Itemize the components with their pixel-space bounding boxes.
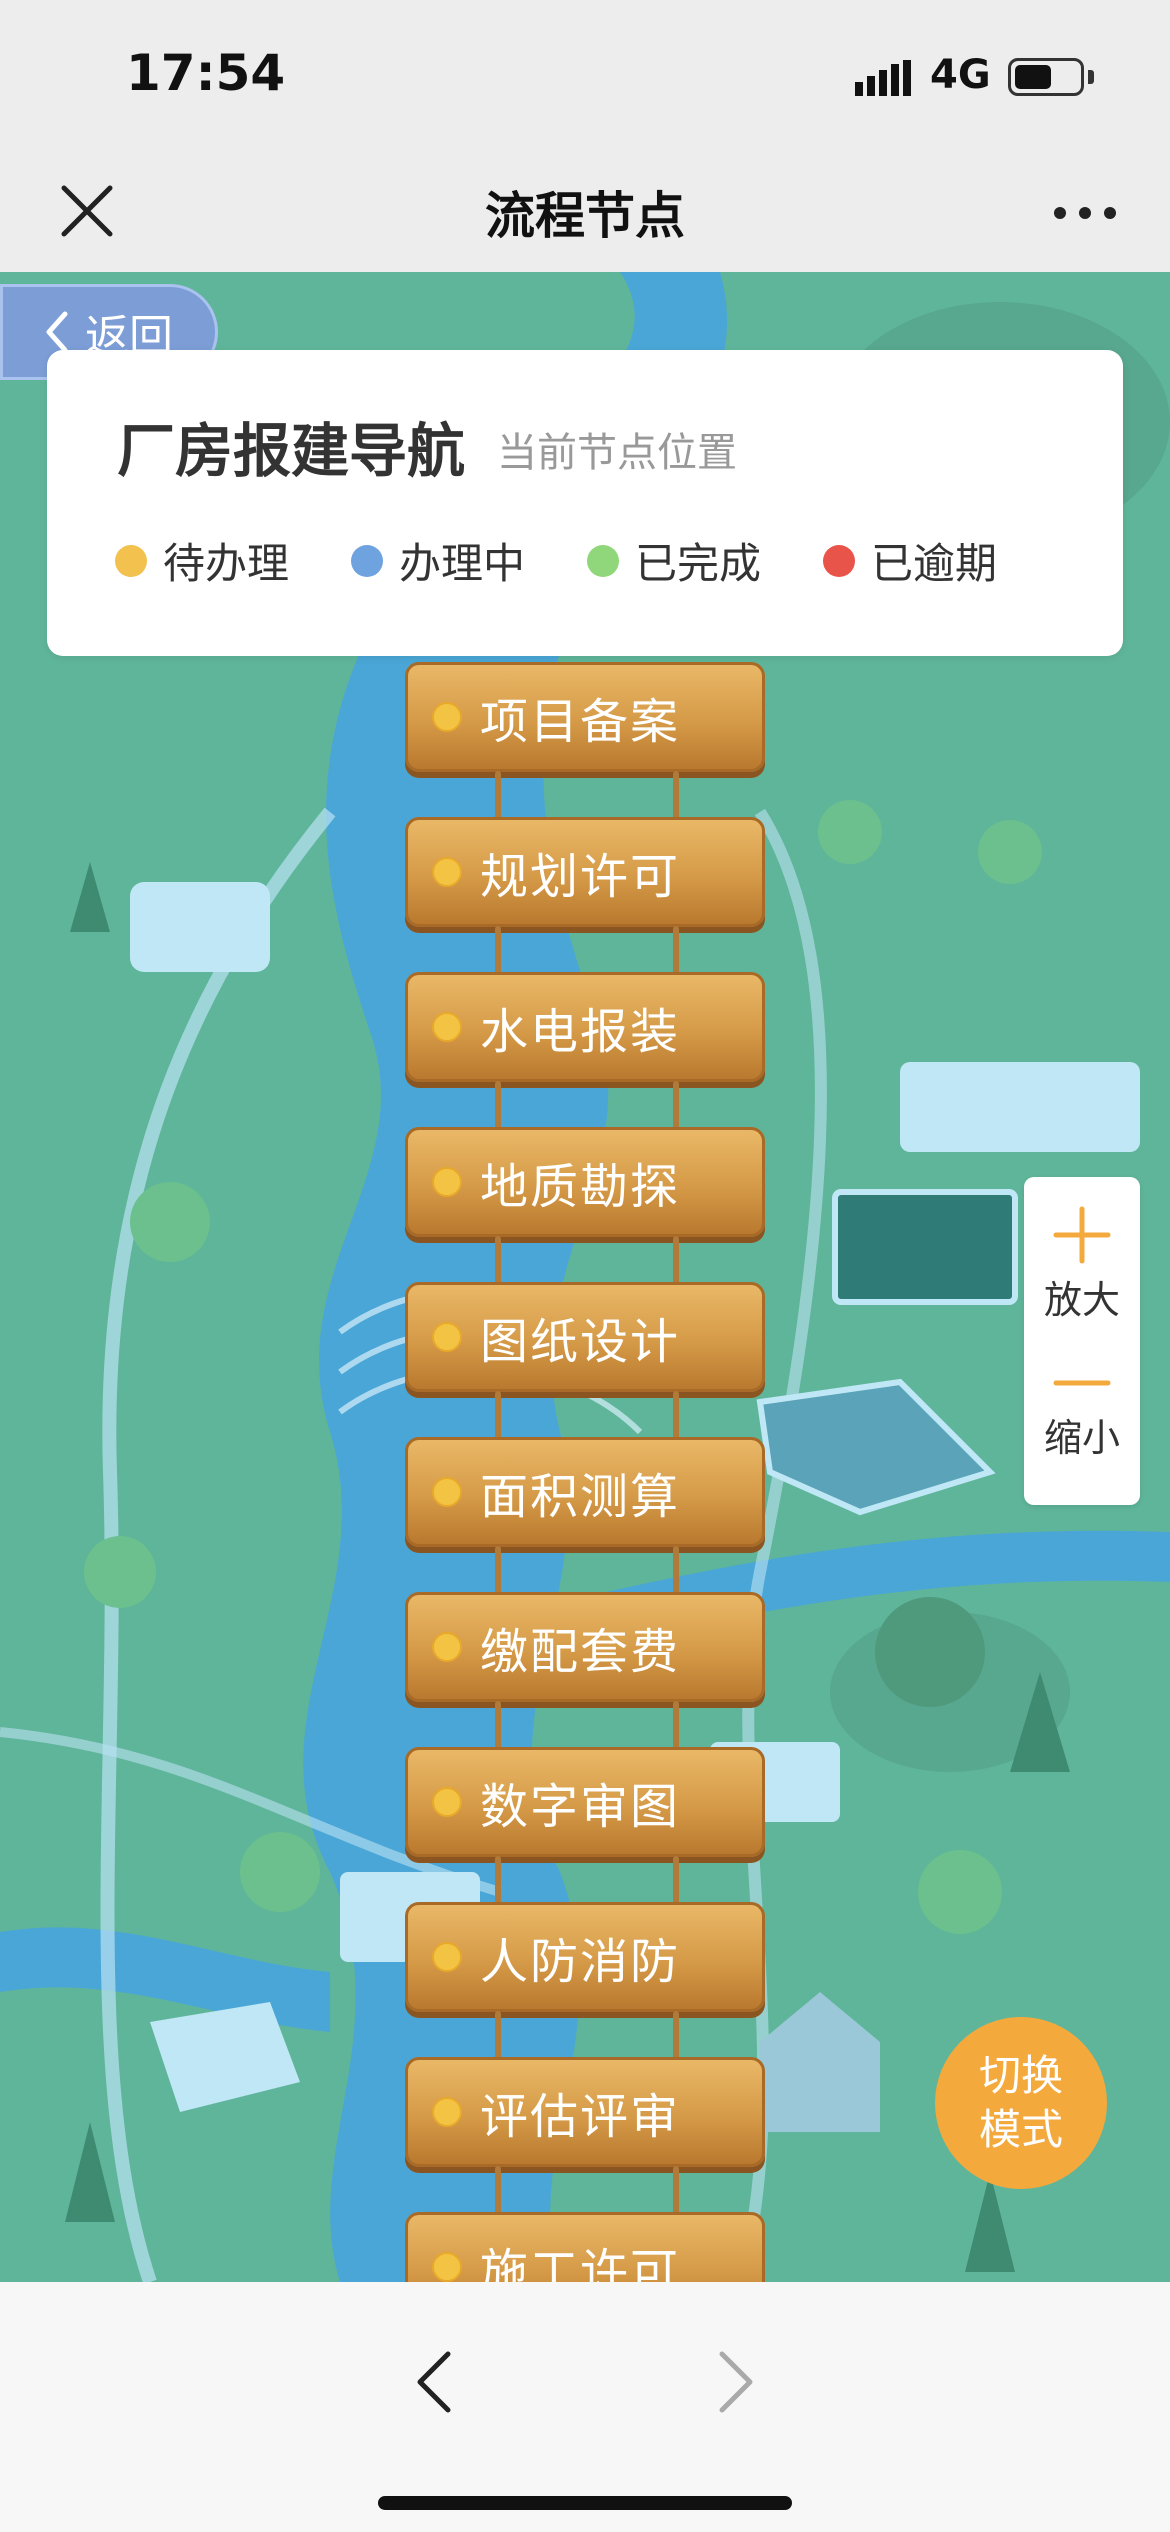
status-dot-icon <box>432 1167 462 1197</box>
chevron-right-icon[interactable] <box>700 2342 770 2422</box>
map-canvas[interactable]: 返回 厂房报建导航 当前节点位置 待办理 办理中 已完成 已逾期 项目备案 规划… <box>0 272 1170 2282</box>
wooden-sign[interactable]: 水电报装 <box>405 972 765 1082</box>
process-node[interactable]: 人防消防 <box>405 1856 765 2057</box>
status-dot-icon <box>432 857 462 887</box>
process-node[interactable]: 地质勘探 <box>405 1081 765 1282</box>
status-dot-icon <box>351 544 384 577</box>
chevron-left-icon <box>46 311 68 353</box>
status-dot-icon <box>432 702 462 732</box>
status-dot-icon <box>432 1477 462 1507</box>
wooden-sign[interactable]: 图纸设计 <box>405 1282 765 1392</box>
legend-item-overdue: 已逾期 <box>823 530 997 591</box>
wooden-sign[interactable]: 数字审图 <box>405 1747 765 1857</box>
switch-mode-label-line2: 模式 <box>978 2105 1063 2154</box>
wooden-sign[interactable]: 地质勘探 <box>405 1127 765 1237</box>
node-label: 水电报装 <box>480 1004 681 1060</box>
process-node[interactable]: 施工许可 <box>405 2166 765 2282</box>
process-node[interactable]: 面积测算 <box>405 1391 765 1592</box>
legend-label: 已逾期 <box>871 539 998 588</box>
status-dot-icon <box>115 544 147 577</box>
zoom-out-label: 缩小 <box>1043 1416 1120 1460</box>
status-dot-icon <box>432 1787 462 1817</box>
zoom-out-button[interactable]: 缩小 <box>1024 1363 1140 1462</box>
node-label: 项目备案 <box>480 694 681 750</box>
status-bar: 17:54 4G <box>0 0 1170 150</box>
home-indicator <box>378 2496 792 2510</box>
node-label: 评估评审 <box>480 2089 681 2145</box>
status-dot-icon <box>432 2252 462 2282</box>
chevron-left-icon[interactable] <box>400 2342 470 2422</box>
status-dot-icon <box>587 544 620 577</box>
page-title: 流程节点 <box>485 187 685 245</box>
battery-tip <box>1088 70 1094 84</box>
node-label: 地质勘探 <box>480 1159 681 1215</box>
minus-icon <box>1053 1380 1111 1386</box>
node-label: 规划许可 <box>480 849 681 905</box>
node-label: 人防消防 <box>480 1934 681 1990</box>
screen: 17:54 4G 流程节点 返回 厂房报建导航 当前节点位置 待办理 办理中 已… <box>0 0 1170 2532</box>
wooden-sign[interactable]: 项目备案 <box>405 662 765 772</box>
battery-icon <box>1008 58 1084 96</box>
wooden-sign[interactable]: 规划许可 <box>405 817 765 927</box>
legend-item-pending: 待办理 <box>115 530 289 591</box>
zoom-in-label: 放大 <box>1043 1278 1120 1322</box>
nav-bar: 流程节点 <box>0 150 1170 272</box>
legend-label: 已完成 <box>635 539 762 588</box>
node-label: 图纸设计 <box>480 1314 681 1370</box>
status-dot-icon <box>432 1012 462 1042</box>
status-dot-icon <box>432 1942 462 1972</box>
node-label: 缴配套费 <box>480 1624 681 1680</box>
more-icon[interactable] <box>1050 188 1120 238</box>
switch-mode-label-line1: 切换 <box>978 2051 1063 2100</box>
status-time: 17:54 <box>126 44 286 102</box>
node-label: 施工许可 <box>480 2244 681 2282</box>
process-node[interactable]: 评估评审 <box>405 2011 765 2212</box>
node-label: 数字审图 <box>480 1779 681 1835</box>
card-title: 厂房报建导航 <box>117 417 466 485</box>
process-node[interactable]: 规划许可 <box>405 771 765 972</box>
switch-mode-button[interactable]: 切换 模式 <box>935 2017 1107 2189</box>
wooden-sign[interactable]: 缴配套费 <box>405 1592 765 1702</box>
legend: 待办理 办理中 已完成 已逾期 <box>115 530 1059 591</box>
signal-icon <box>855 60 911 96</box>
node-label: 面积测算 <box>480 1469 681 1525</box>
wooden-sign[interactable]: 评估评审 <box>405 2057 765 2167</box>
process-node[interactable]: 缴配套费 <box>405 1546 765 1747</box>
bottom-toolbar <box>0 2282 1170 2532</box>
card-subtitle: 当前节点位置 <box>497 430 737 476</box>
status-dot-icon <box>432 2097 462 2127</box>
zoom-in-button[interactable]: 放大 <box>1024 1205 1140 1324</box>
network-label: 4G <box>930 52 991 98</box>
status-dot-icon <box>432 1632 462 1662</box>
legend-label: 待办理 <box>163 539 290 588</box>
header-card: 厂房报建导航 当前节点位置 待办理 办理中 已完成 已逾期 <box>47 350 1123 656</box>
zoom-panel: 放大 缩小 <box>1024 1177 1140 1505</box>
legend-item-completed: 已完成 <box>587 530 761 591</box>
legend-label: 办理中 <box>399 539 526 588</box>
wooden-sign[interactable]: 人防消防 <box>405 1902 765 2012</box>
status-dot-icon <box>823 544 856 577</box>
plus-icon <box>1053 1206 1111 1264</box>
wooden-sign[interactable]: 施工许可 <box>405 2212 765 2282</box>
legend-item-processing: 办理中 <box>351 530 525 591</box>
process-node[interactable]: 数字审图 <box>405 1701 765 1902</box>
process-node[interactable]: 项目备案 <box>405 662 765 817</box>
process-node[interactable]: 水电报装 <box>405 926 765 1127</box>
wooden-sign[interactable]: 面积测算 <box>405 1437 765 1547</box>
process-node[interactable]: 图纸设计 <box>405 1236 765 1437</box>
status-dot-icon <box>432 1322 462 1352</box>
